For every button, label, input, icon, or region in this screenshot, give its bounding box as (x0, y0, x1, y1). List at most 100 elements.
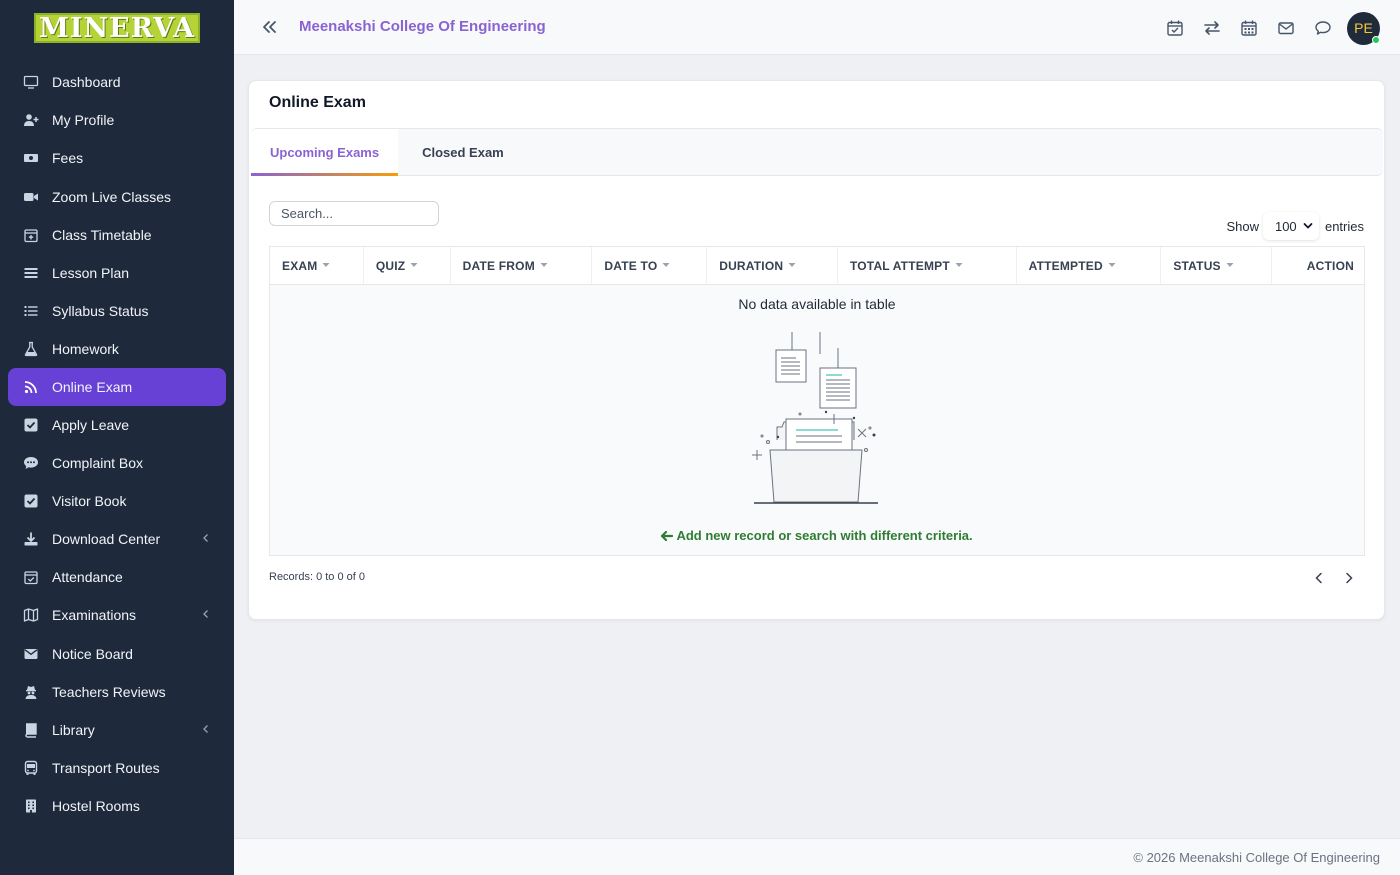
sidebar: MINERVA Dashboard My Profile Fees Zoom Live… (0, 0, 234, 875)
chevron-left-icon (202, 723, 226, 737)
user-secret-icon (8, 684, 52, 700)
previous-page-icon[interactable] (1314, 571, 1324, 589)
column-header-date-to[interactable]: DATE TO (592, 247, 708, 284)
table-body: No data available in table Add new recor… (269, 285, 1365, 556)
sidebar-item-label: Dashboard (52, 74, 121, 90)
chevron-left-icon (202, 608, 226, 622)
column-header-label: DURATION (719, 258, 784, 273)
mail-icon[interactable] (1267, 10, 1304, 46)
column-header-quiz[interactable]: QUIZ (364, 247, 451, 284)
list-icon (8, 265, 52, 281)
calendar-check-icon (8, 569, 52, 585)
logo-area[interactable]: MINERVA (0, 0, 234, 56)
column-header-status[interactable]: STATUS (1161, 247, 1273, 284)
next-page-icon[interactable] (1344, 571, 1354, 589)
sidebar-item-label: Class Timetable (52, 227, 152, 243)
calendar-plus-icon (8, 227, 52, 243)
sidebar-item-download-center[interactable]: Download Center (8, 520, 226, 558)
sidebar-item-online-exam[interactable]: Online Exam (8, 368, 226, 406)
sidebar-item-label: Syllabus Status (52, 303, 149, 319)
sort-icon (1108, 261, 1116, 270)
sort-icon (788, 261, 796, 270)
calendar-check-icon[interactable] (1156, 10, 1193, 46)
sidebar-item-fees[interactable]: Fees (8, 139, 226, 177)
sidebar-item-hostel-rooms[interactable]: Hostel Rooms (8, 787, 226, 825)
sidebar-item-attendance[interactable]: Attendance (8, 558, 226, 596)
monitor-icon (8, 74, 52, 90)
sidebar-item-class-timetable[interactable]: Class Timetable (8, 216, 226, 254)
sidebar-item-label: Download Center (52, 531, 161, 547)
column-header-label: ACTION (1306, 258, 1354, 273)
sidebar-item-zoom-live-classes[interactable]: Zoom Live Classes (8, 178, 226, 216)
exchange-icon[interactable] (1193, 10, 1230, 46)
sidebar-item-label: Transport Routes (52, 760, 160, 776)
sidebar-item-lesson-plan[interactable]: Lesson Plan (8, 254, 226, 292)
download-icon (8, 531, 52, 547)
column-header-label: EXAM (282, 258, 318, 273)
sidebar-item-library[interactable]: Library (8, 711, 226, 749)
sidebar-item-label: Hostel Rooms (52, 798, 140, 814)
sidebar-item-examinations[interactable]: Examinations (8, 596, 226, 634)
sidebar-item-complaint-box[interactable]: Complaint Box (8, 444, 226, 482)
column-header-label: DATE FROM (462, 258, 535, 273)
column-header-attempted[interactable]: ATTEMPTED (1017, 247, 1162, 284)
college-name[interactable]: Meenakshi College Of Engineering (299, 18, 546, 35)
page-title: Online Exam (269, 94, 366, 111)
logo[interactable]: MINERVA (34, 13, 200, 44)
column-header-label: TOTAL ATTEMPT (849, 258, 950, 273)
sidebar-item-apply-leave[interactable]: Apply Leave (8, 406, 226, 444)
calendar-icon[interactable] (1230, 10, 1267, 46)
sidebar-item-homework[interactable]: Homework (8, 330, 226, 368)
column-header-total-attempt[interactable]: TOTAL ATTEMPT (838, 247, 1017, 284)
sidebar-item-visitor-book[interactable]: Visitor Book (8, 482, 226, 520)
records-info: Records: 0 to 0 of 0 (269, 571, 365, 583)
sort-icon (955, 261, 963, 270)
topbar-actions: PE (1156, 10, 1380, 46)
column-header-label: DATE TO (604, 258, 658, 273)
footer: © 2026 Meenakshi College Of Engineering (234, 838, 1400, 875)
arrow-left-icon (661, 528, 676, 543)
column-header-action[interactable]: ACTION (1272, 247, 1364, 284)
sidebar-item-teachers-reviews[interactable]: Teachers Reviews (8, 673, 226, 711)
column-header-duration[interactable]: DURATION (707, 247, 838, 284)
check-square-icon (8, 493, 52, 509)
entries-select[interactable]: 100 (1262, 212, 1319, 240)
column-header-label: ATTEMPTED (1028, 258, 1103, 273)
sidebar-item-label: Zoom Live Classes (52, 189, 172, 205)
sidebar-item-label: Visitor Book (52, 493, 127, 509)
sidebar-item-label: Library (52, 722, 95, 738)
exam-tabs: Upcoming Exams Closed Exam (251, 128, 1383, 176)
sidebar-item-dashboard[interactable]: Dashboard (8, 63, 226, 101)
chat-icon[interactable] (1304, 10, 1341, 46)
tab-closed-exam[interactable]: Closed Exam (403, 129, 523, 175)
sort-icon (410, 261, 418, 270)
chevron-down-icon (1303, 219, 1313, 234)
add-new-record-message: Add new record or search with different … (270, 528, 1364, 543)
column-header-label: STATUS (1173, 258, 1221, 273)
sidebar-item-label: Online Exam (52, 379, 133, 395)
sidebar-item-transport-routes[interactable]: Transport Routes (8, 749, 226, 787)
search-input[interactable] (269, 201, 439, 226)
check-square-icon (8, 417, 52, 433)
copyright-text: © 2026 Meenakshi College Of Engineering (1133, 850, 1380, 865)
column-header-label: QUIZ (375, 258, 406, 273)
avatar-initials: PE (1354, 20, 1373, 36)
column-header-exam[interactable]: EXAM (270, 247, 364, 284)
collapse-sidebar-icon[interactable] (260, 17, 278, 37)
show-entries: Show 100 entries (1226, 212, 1364, 240)
add-new-record-text: Add new record or search with different … (676, 528, 973, 543)
column-header-date-from[interactable]: DATE FROM (451, 247, 593, 284)
sidebar-item-label: Teachers Reviews (52, 684, 166, 700)
topbar: Meenakshi College Of Engineering PE (234, 0, 1400, 55)
empty-folder-illustration (752, 332, 878, 504)
avatar[interactable]: PE (1347, 11, 1380, 45)
user-plus-icon (8, 112, 52, 128)
sidebar-item-my-profile[interactable]: My Profile (8, 101, 226, 139)
exam-table: EXAM QUIZ DATE FROM DATE TO DURATION TOTAL AT… (269, 246, 1365, 556)
tab-upcoming-exams[interactable]: Upcoming Exams (251, 129, 399, 176)
sidebar-item-syllabus-status[interactable]: Syllabus Status (8, 292, 226, 330)
pagination (1314, 571, 1354, 589)
video-icon (8, 189, 52, 205)
sidebar-item-notice-board[interactable]: Notice Board (8, 635, 226, 673)
flask-icon (8, 341, 52, 357)
